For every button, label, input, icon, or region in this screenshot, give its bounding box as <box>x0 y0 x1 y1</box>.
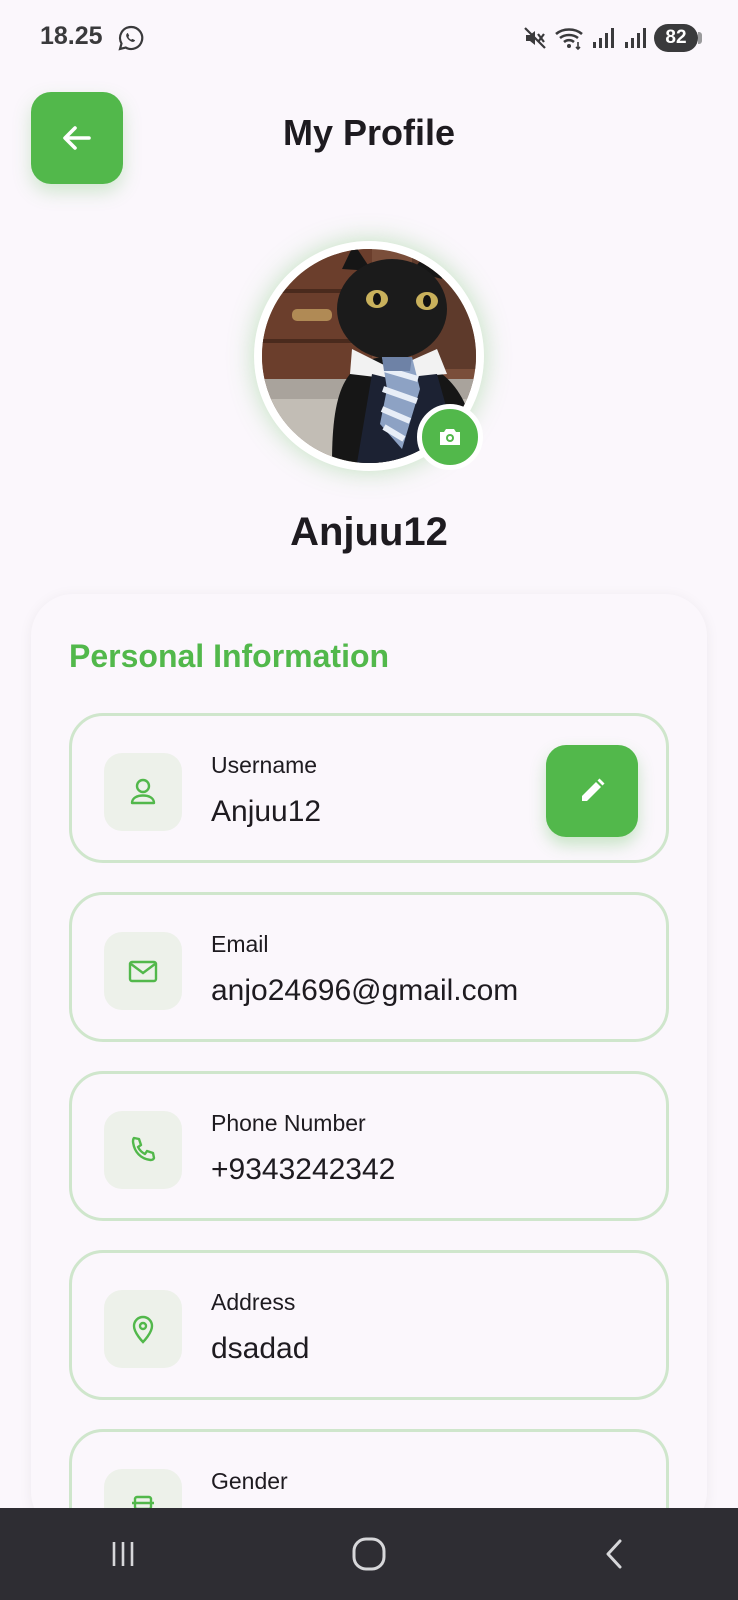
recent-apps-button[interactable] <box>93 1524 153 1584</box>
whatsapp-icon <box>118 25 144 51</box>
change-photo-button[interactable] <box>417 404 483 470</box>
person-icon <box>130 778 156 805</box>
field-value: Anjuu12 <box>211 795 322 828</box>
profile-name: Anjuu12 <box>290 510 448 554</box>
battery-indicator: 82 <box>654 24 702 52</box>
field-username: Username Anjuu12 <box>69 713 669 863</box>
section-title: Personal Information <box>69 638 390 674</box>
signal-icon <box>625 28 646 48</box>
page-title: My Profile <box>282 112 456 153</box>
field-value: dsadad <box>211 1332 310 1365</box>
field-label: Phone Number <box>211 1110 366 1136</box>
system-back-button[interactable] <box>585 1524 645 1584</box>
field-label: Gender <box>211 1468 288 1494</box>
home-button[interactable] <box>339 1524 399 1584</box>
edit-username-button[interactable] <box>546 745 638 837</box>
pencil-icon <box>582 778 605 801</box>
system-nav-bar <box>0 1508 738 1600</box>
mail-icon <box>128 960 158 983</box>
field-icon-box <box>104 1111 182 1189</box>
location-pin-icon <box>132 1315 154 1344</box>
home-icon <box>352 1537 386 1571</box>
field-label: Username <box>211 752 318 778</box>
back-icon <box>606 1539 622 1569</box>
status-time: 18.25 <box>40 22 103 50</box>
field-icon-box <box>104 753 182 831</box>
camera-icon <box>440 429 460 445</box>
field-value: +9343242342 <box>211 1153 396 1186</box>
field-address: Address dsadad <box>69 1250 669 1400</box>
field-label: Address <box>211 1289 296 1315</box>
wifi-icon <box>555 28 583 51</box>
field-value: anjo24696@gmail.com <box>211 974 519 1007</box>
status-bar: 18.25 82 <box>0 0 738 78</box>
field-phone: Phone Number +9343242342 <box>69 1071 669 1221</box>
field-label: Email <box>211 931 269 957</box>
recent-apps-icon <box>112 1542 134 1566</box>
field-icon-box <box>104 1290 182 1368</box>
status-icons: 82 <box>522 22 702 54</box>
signal-icon <box>593 28 614 48</box>
field-email: Email anjo24696@gmail.com <box>69 892 669 1042</box>
mute-icon <box>524 27 546 49</box>
personal-info-card: Personal Information Username Anjuu12 Em… <box>31 594 707 1579</box>
phone-icon <box>131 1136 156 1162</box>
field-icon-box <box>104 932 182 1010</box>
